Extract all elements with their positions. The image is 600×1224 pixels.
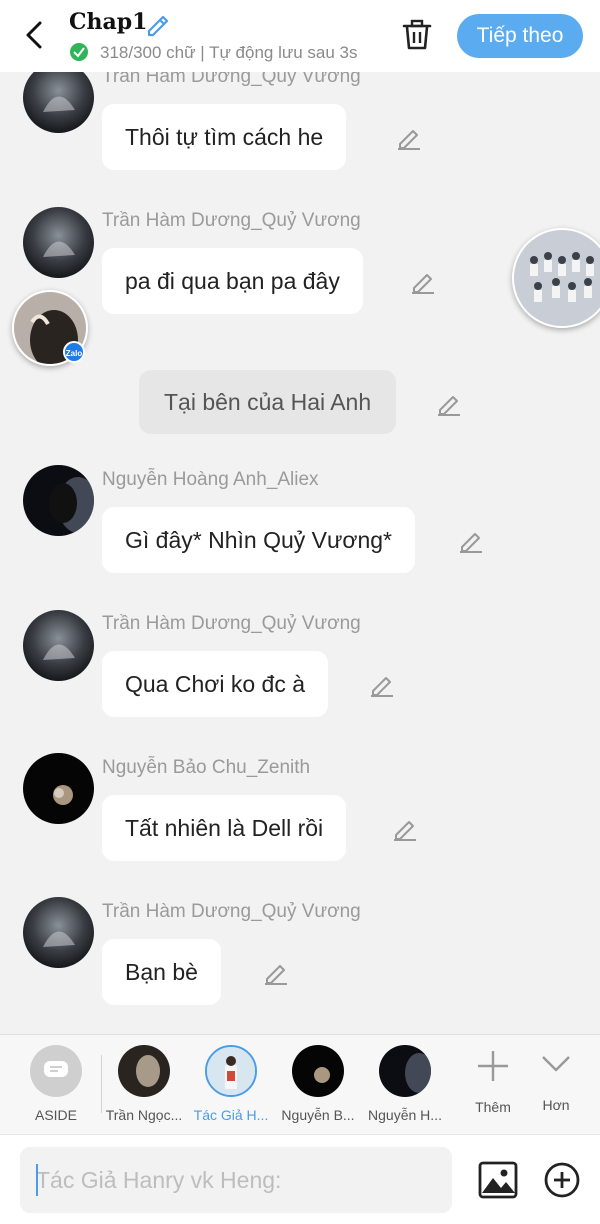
avatar[interactable] <box>23 610 94 681</box>
avatar[interactable] <box>23 465 94 536</box>
zalo-badge-icon: Zalo <box>63 341 85 363</box>
avatar[interactable] <box>23 753 94 824</box>
avatar[interactable] <box>23 62 94 133</box>
character-label: Trần Ngọc... <box>105 1107 183 1123</box>
more-button[interactable]: Hơn <box>516 1045 596 1113</box>
character-label: Tác Giả H... <box>193 1107 269 1123</box>
chapter-title[interactable]: Chap1 <box>69 9 147 35</box>
chevron-down-icon <box>542 1056 570 1072</box>
message-input[interactable] <box>20 1147 452 1213</box>
next-button[interactable]: Tiếp theo <box>457 14 583 58</box>
edit-pencil-icon[interactable] <box>436 390 462 416</box>
sender-name: Nguyễn Hoàng Anh_Aliex <box>102 469 319 490</box>
image-icon[interactable] <box>478 1161 518 1199</box>
more-label: Hơn <box>542 1097 570 1113</box>
edit-title-icon[interactable] <box>144 10 172 38</box>
character-label: Nguyễn H... <box>368 1107 442 1123</box>
autosave-status: 318/300 chữ | Tự động lưu sau 3s <box>100 43 358 62</box>
plus-icon <box>478 1051 508 1081</box>
trash-icon[interactable] <box>400 18 434 52</box>
message-bubble[interactable]: Qua Chơi ko đc à <box>102 651 329 717</box>
avatar[interactable] <box>23 897 94 968</box>
back-arrow-icon[interactable] <box>20 18 50 52</box>
edit-pencil-icon[interactable] <box>369 671 395 697</box>
edit-pencil-icon[interactable] <box>396 124 422 150</box>
sender-name: Trần Hàm Dương_Quỷ Vương <box>102 613 361 634</box>
aside-bubble[interactable]: Tại bên của Hai Anh <box>139 370 397 434</box>
sender-name: Nguyễn Bảo Chu_Zenith <box>102 757 311 778</box>
top-bar: Chap1 318/300 chữ | Tự động lưu sau 3s T… <box>0 0 600 72</box>
message-bubble[interactable]: Tất nhiên là Dell rồi <box>102 795 347 861</box>
avatar <box>292 1045 344 1097</box>
avatar <box>118 1045 170 1097</box>
character-item[interactable]: Nguyễn B... <box>278 1045 358 1123</box>
character-item[interactable]: Trần Ngọc... <box>104 1045 184 1123</box>
character-label: ASIDE <box>34 1107 77 1123</box>
edit-pencil-icon[interactable] <box>458 527 484 553</box>
message-bubble[interactable]: pa đi qua bạn pa đây <box>102 248 363 314</box>
composer-bar <box>0 1134 600 1224</box>
character-item-selected[interactable]: Tác Giả H... <box>191 1045 271 1123</box>
sender-name: Trần Hàm Dương_Quỷ Vương <box>102 901 361 922</box>
sender-name: Trần Hàm Dương_Quỷ Vương <box>102 210 361 231</box>
avatar[interactable] <box>23 207 94 278</box>
message-bubble[interactable]: Thôi tự tìm cách he <box>102 104 347 170</box>
edit-pencil-icon[interactable] <box>410 268 436 294</box>
avatar <box>205 1045 257 1097</box>
character-item[interactable]: Nguyễn H... <box>365 1045 445 1123</box>
aside-icon <box>30 1045 82 1097</box>
edit-pencil-icon[interactable] <box>263 959 289 985</box>
edit-pencil-icon[interactable] <box>392 815 418 841</box>
message-bubble[interactable]: Bạn bè <box>102 939 221 1005</box>
add-circle-icon[interactable] <box>543 1161 581 1199</box>
text-cursor <box>36 1164 38 1196</box>
tray-divider <box>101 1055 102 1113</box>
chat-area[interactable]: Trần Hàm Dương_Quỷ Vương Thôi tự tìm các… <box>0 0 600 1034</box>
character-aside[interactable]: ASIDE <box>16 1045 96 1123</box>
check-circle-icon <box>70 43 88 61</box>
character-tray: ASIDE Trần Ngọc... Tác Giả H... Nguyễn B… <box>0 1034 600 1134</box>
avatar <box>379 1045 431 1097</box>
character-label: Nguyễn B... <box>281 1107 355 1123</box>
message-bubble[interactable]: Gì đây* Nhìn Quỷ Vương* <box>102 507 415 573</box>
